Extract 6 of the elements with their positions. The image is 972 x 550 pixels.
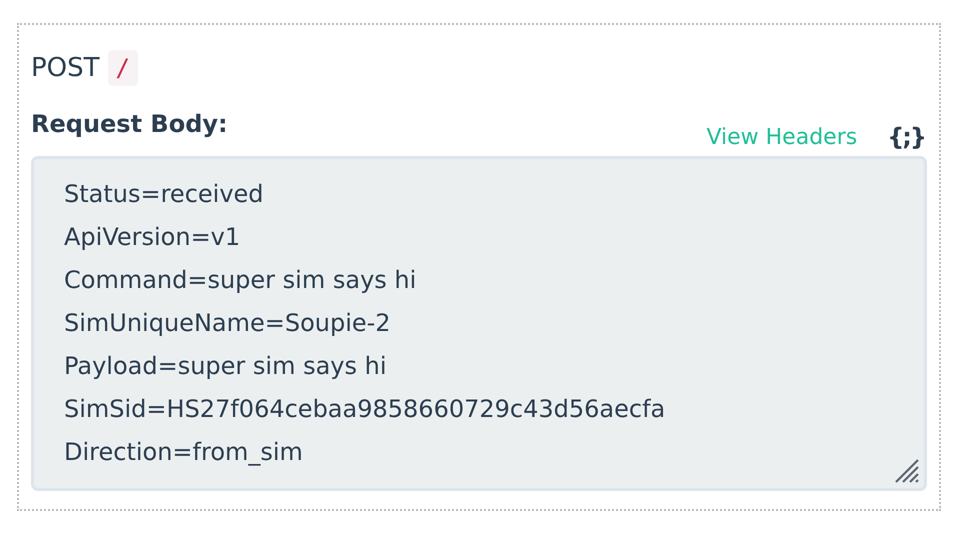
request-body-label: Request Body: xyxy=(31,110,228,138)
http-method: POST xyxy=(31,53,100,83)
request-path: / xyxy=(108,50,138,86)
format-toggle[interactable]: {;} xyxy=(887,123,925,151)
resize-handle-icon[interactable] xyxy=(894,458,920,484)
request-body-field[interactable]: Status=received ApiVersion=v1 Command=super sim says hi SimUniqueName=Soupie-2 Payload=super sim says hi SimSid=HS27f064cebaa9858660729c43d56aecfa Direction=from_sim xyxy=(31,156,927,491)
